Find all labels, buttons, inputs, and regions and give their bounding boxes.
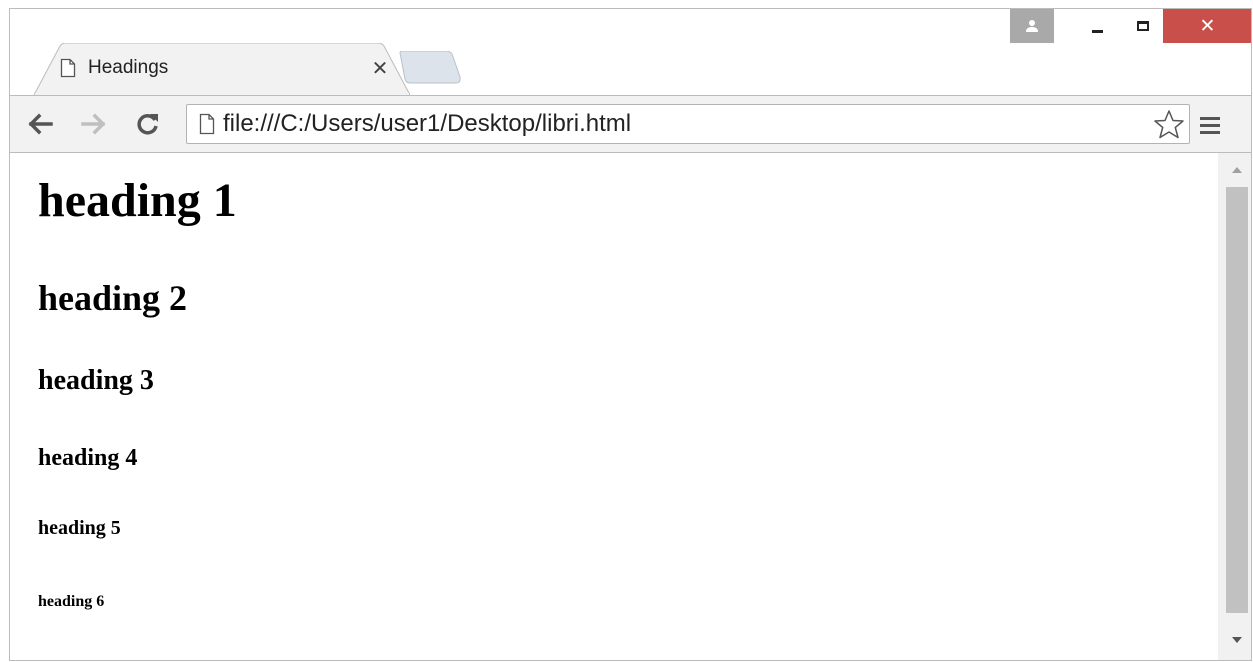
page-viewport: heading 1 heading 2 heading 3 heading 4 … <box>10 153 1251 660</box>
arrow-down-icon <box>1232 637 1242 643</box>
scrollbar-thumb[interactable] <box>1226 187 1248 613</box>
close-icon: ✕ <box>1199 15 1216 37</box>
reload-button[interactable] <box>130 106 166 142</box>
vertical-scrollbar[interactable] <box>1218 153 1251 660</box>
maximize-button[interactable] <box>1120 9 1166 43</box>
forward-button[interactable] <box>76 106 112 142</box>
back-arrow-icon <box>28 113 53 135</box>
heading-6: heading 6 <box>38 593 105 610</box>
browser-window: ✕ Headings ✕ file:///C:/Users/user1/Desk… <box>9 8 1252 661</box>
new-tab-button[interactable] <box>396 51 462 85</box>
title-bar: ✕ Headings ✕ <box>10 9 1251 95</box>
maximize-icon <box>1137 21 1149 31</box>
minimize-button[interactable] <box>1074 9 1120 43</box>
url-text[interactable]: file:///C:/Users/user1/Desktop/libri.htm… <box>223 110 1149 138</box>
heading-5: heading 5 <box>38 517 121 539</box>
bookmark-button[interactable] <box>1149 105 1189 143</box>
page-icon <box>199 113 215 135</box>
reload-icon <box>137 114 158 135</box>
close-window-button[interactable]: ✕ <box>1163 9 1251 43</box>
heading-3: heading 3 <box>38 365 154 396</box>
hamburger-menu-icon[interactable] <box>1195 108 1225 142</box>
scroll-up-button[interactable] <box>1226 163 1248 177</box>
heading-1: heading 1 <box>38 174 237 227</box>
address-bar[interactable]: file:///C:/Users/user1/Desktop/libri.htm… <box>186 104 1190 144</box>
user-profile-button[interactable] <box>1010 9 1054 43</box>
back-button[interactable] <box>22 106 58 142</box>
tab-content: Headings ✕ <box>60 49 390 87</box>
heading-4: heading 4 <box>38 445 138 471</box>
star-icon <box>1154 110 1184 139</box>
tab-title: Headings <box>88 57 169 78</box>
user-icon <box>1026 20 1038 32</box>
document-icon <box>60 58 76 78</box>
browser-toolbar: file:///C:/Users/user1/Desktop/libri.htm… <box>10 95 1251 153</box>
tab-close-button[interactable]: ✕ <box>370 56 390 80</box>
minimize-icon <box>1091 29 1103 33</box>
heading-2: heading 2 <box>38 278 188 318</box>
scroll-down-button[interactable] <box>1226 633 1248 647</box>
arrow-up-icon <box>1232 167 1242 173</box>
forward-arrow-icon <box>81 113 106 135</box>
